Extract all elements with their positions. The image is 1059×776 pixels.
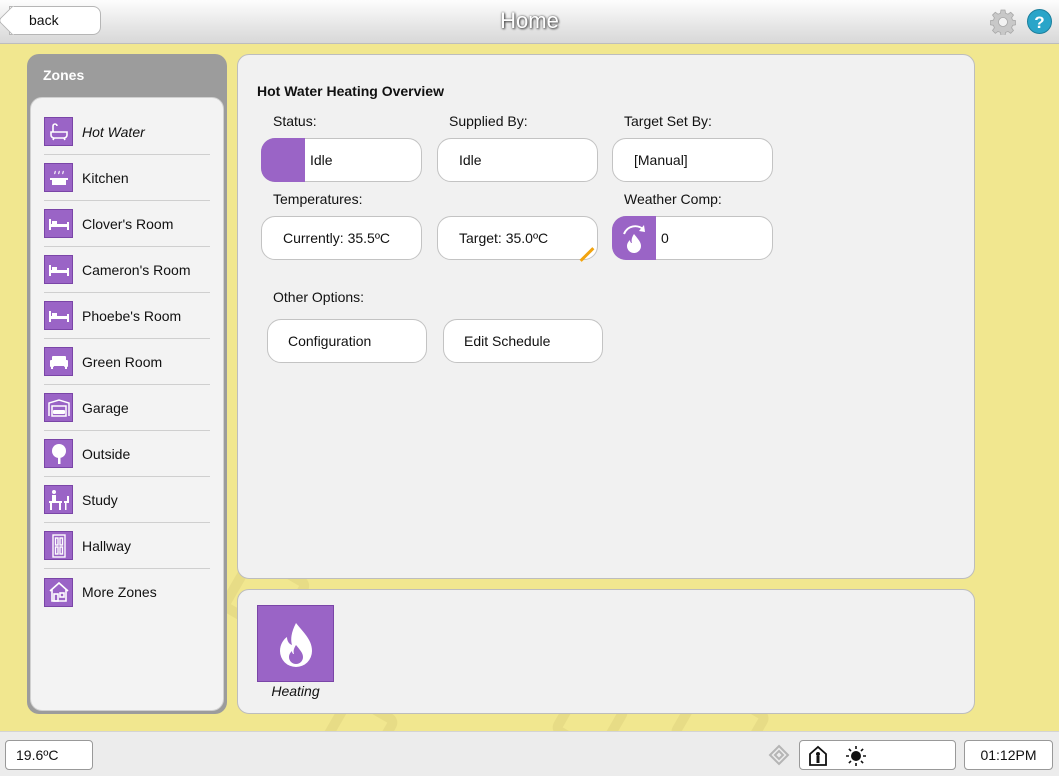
bed-icon bbox=[44, 255, 73, 284]
sidebar-item-label: Outside bbox=[82, 445, 131, 462]
temperatures-label: Temperatures: bbox=[273, 191, 363, 207]
mode-panel: Heating bbox=[237, 589, 975, 714]
sidebar-item-label: Cameron's Room bbox=[82, 261, 191, 278]
heating-label: Heating bbox=[271, 683, 320, 699]
stove-pot-icon bbox=[44, 163, 73, 192]
house-icon bbox=[44, 577, 73, 607]
clock-readout: 01:12PM bbox=[964, 740, 1053, 770]
sidebar-item-label: Green Room bbox=[82, 353, 163, 370]
sidebar-item-kitchen[interactable]: Kitchen bbox=[44, 155, 210, 201]
page-title: Home bbox=[500, 8, 559, 33]
target-set-by-label: Target Set By: bbox=[624, 113, 712, 129]
sidebar-item-label: Phoebe's Room bbox=[82, 307, 182, 324]
sidebar-item-camerons-room[interactable]: Cameron's Room bbox=[44, 247, 210, 293]
sidebar-item-label: Kitchen bbox=[82, 169, 129, 186]
zone-list: Hot Water Kitchen Clover's Room Cameron'… bbox=[30, 97, 224, 711]
top-bar: back Home ? bbox=[0, 0, 1059, 44]
status-indicator bbox=[261, 138, 305, 182]
bathtub-icon bbox=[44, 117, 73, 146]
sidebar-item-clovers-room[interactable]: Clover's Room bbox=[44, 201, 210, 247]
desk-chair-icon bbox=[44, 485, 73, 514]
sidebar-item-label: Garage bbox=[82, 399, 129, 416]
sidebar-item-hot-water[interactable]: Hot Water bbox=[44, 109, 210, 155]
configuration-button-label: Configuration bbox=[288, 333, 372, 349]
sidebar-item-phoebes-room[interactable]: Phoebe's Room bbox=[44, 293, 210, 339]
sidebar-item-more-zones[interactable]: More Zones bbox=[44, 569, 210, 615]
status-indicators bbox=[799, 740, 956, 770]
sidebar-item-label: Study bbox=[82, 491, 118, 508]
target-set-by-value: [Manual] bbox=[634, 152, 688, 168]
configuration-button[interactable]: Configuration bbox=[267, 319, 427, 363]
back-button-label: back bbox=[29, 12, 59, 28]
sidebar-item-label: Hallway bbox=[82, 537, 132, 554]
heating-button[interactable] bbox=[257, 605, 334, 682]
status-field: Idle bbox=[261, 138, 422, 182]
zones-sidebar: Zones Hot Water Kitchen Clover's Room Ca… bbox=[27, 54, 227, 714]
home-occupied-icon bbox=[809, 745, 827, 766]
weather-comp-value: 0 bbox=[661, 230, 669, 246]
sidebar-title: Zones bbox=[43, 67, 85, 83]
other-options-label: Other Options: bbox=[273, 289, 365, 305]
sidebar-item-garage[interactable]: Garage bbox=[44, 385, 210, 431]
gear-icon[interactable] bbox=[990, 9, 1016, 35]
car-icon bbox=[44, 393, 73, 422]
supplied-by-value: Idle bbox=[459, 152, 482, 168]
sidebar-item-label: Clover's Room bbox=[82, 215, 174, 232]
status-label: Status: bbox=[273, 113, 317, 129]
sidebar-item-label: Hot Water bbox=[82, 123, 145, 140]
flame-icon bbox=[279, 622, 312, 667]
sun-icon bbox=[846, 746, 866, 766]
sidebar-item-hallway[interactable]: Hallway bbox=[44, 523, 210, 569]
sofa-icon bbox=[44, 347, 73, 376]
sidebar-item-outside[interactable]: Outside bbox=[44, 431, 210, 477]
weather-comp-field[interactable]: 0 bbox=[612, 216, 773, 260]
target-set-by-field: [Manual] bbox=[612, 138, 773, 182]
bed-icon bbox=[44, 301, 73, 330]
sidebar-item-label: More Zones bbox=[82, 584, 157, 600]
help-icon[interactable]: ? bbox=[1027, 9, 1052, 34]
indoor-temperature-readout: 19.6ºC bbox=[5, 740, 93, 770]
overview-title: Hot Water Heating Overview bbox=[257, 83, 444, 99]
sidebar-item-green-room[interactable]: Green Room bbox=[44, 339, 210, 385]
overview-panel: Hot Water Heating Overview Status: Idle … bbox=[237, 54, 975, 579]
supplied-by-field: Idle bbox=[437, 138, 598, 182]
weather-compensation-icon bbox=[612, 216, 656, 260]
edit-corner-icon bbox=[579, 247, 595, 262]
weather-comp-label: Weather Comp: bbox=[624, 191, 722, 207]
target-temperature-value: Target: 35.0ºC bbox=[459, 230, 549, 246]
network-icon bbox=[768, 744, 790, 766]
edit-schedule-button-label: Edit Schedule bbox=[464, 333, 551, 349]
target-temperature-field[interactable]: Target: 35.0ºC bbox=[437, 216, 598, 262]
tree-icon bbox=[44, 439, 73, 468]
bottom-bar: 19.6ºC 01:12PM bbox=[0, 731, 1059, 776]
current-temperature-value: Currently: 35.5ºC bbox=[283, 230, 391, 246]
door-icon bbox=[44, 531, 73, 560]
status-value: Idle bbox=[310, 152, 333, 168]
sidebar-item-study[interactable]: Study bbox=[44, 477, 210, 523]
current-temperature-field: Currently: 35.5ºC bbox=[261, 216, 422, 260]
edit-schedule-button[interactable]: Edit Schedule bbox=[443, 319, 603, 363]
supplied-by-label: Supplied By: bbox=[449, 113, 528, 129]
bed-icon bbox=[44, 209, 73, 238]
